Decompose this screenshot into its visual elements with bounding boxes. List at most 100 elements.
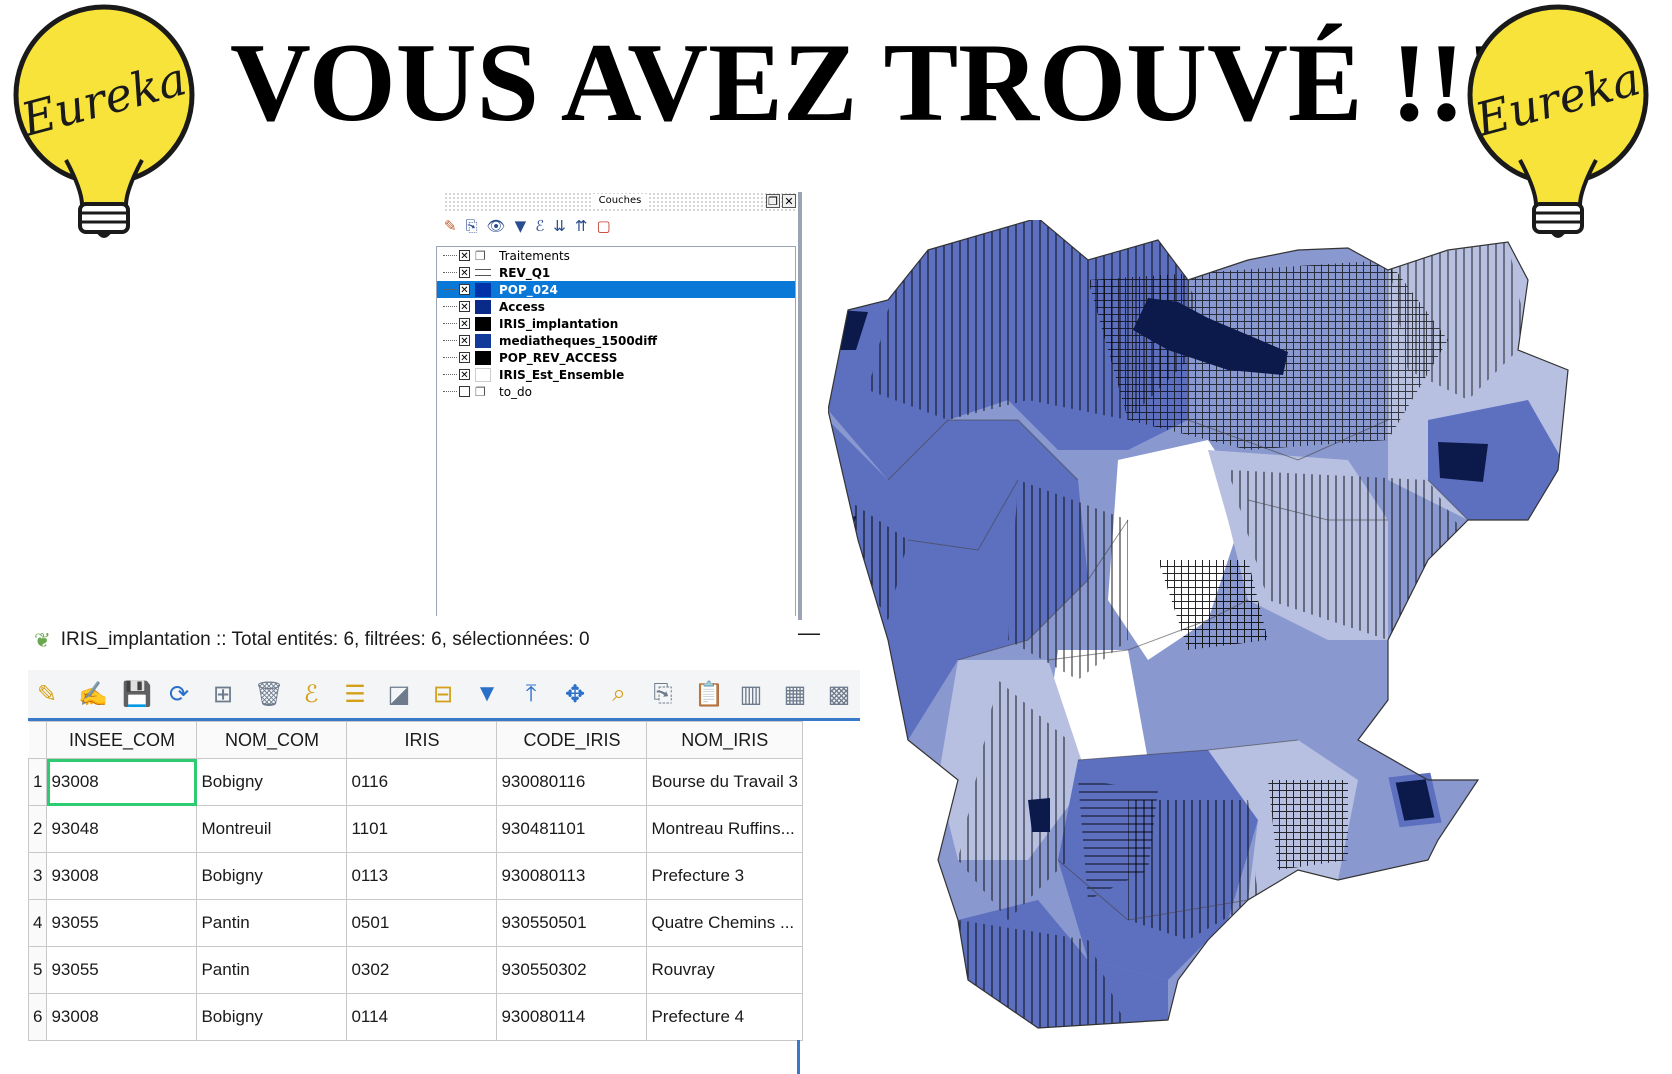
layer-visibility-checkbox[interactable]: ✕ bbox=[459, 301, 470, 313]
table-cell[interactable]: Pantin bbox=[196, 899, 348, 947]
table-cell[interactable]: 93008 bbox=[46, 993, 198, 1041]
delete-field-icon[interactable]: ▥ bbox=[738, 680, 764, 709]
layer-row[interactable]: ✕ REV_Q1 bbox=[437, 264, 795, 281]
layer-visibility-checkbox[interactable]: ✕ bbox=[459, 352, 470, 364]
table-cell[interactable]: 930080113 bbox=[496, 852, 648, 900]
layer-row[interactable]: ✕ POP_REV_ACCESS bbox=[437, 349, 795, 366]
table-cell[interactable]: 930080114 bbox=[496, 993, 648, 1041]
column-header[interactable]: CODE_IRIS bbox=[496, 721, 648, 759]
table-cell[interactable]: Prefecture 3 bbox=[646, 852, 803, 900]
multi-edit-icon[interactable]: ✍ bbox=[78, 680, 108, 709]
zoom-to-selection-icon[interactable]: ⌕ bbox=[606, 680, 632, 708]
column-header[interactable]: INSEE_COM bbox=[46, 721, 198, 759]
select-all-icon[interactable]: ☰ bbox=[342, 680, 368, 709]
filter-icon[interactable]: ▼ bbox=[515, 217, 527, 235]
table-cell[interactable]: 0113 bbox=[346, 852, 498, 900]
selected-iris-east[interactable] bbox=[1438, 442, 1488, 482]
table-row[interactable]: 1 93008 Bobigny 0116 930080116 Bourse du Trav… bbox=[27, 758, 803, 806]
toggle-edit-icon[interactable]: ✎ bbox=[34, 680, 60, 709]
table-cell[interactable]: 93008 bbox=[46, 758, 198, 806]
table-row[interactable]: 3 93008 Bobigny 0113 930080113 Prefecture 3 bbox=[27, 852, 803, 900]
row-number[interactable]: 4 bbox=[27, 899, 48, 947]
table-cell[interactable]: 0116 bbox=[346, 758, 498, 806]
layer-row[interactable]: ✕ ❐ Traitements bbox=[437, 247, 795, 264]
table-cell[interactable]: Rouvray bbox=[646, 946, 803, 994]
style-brush-icon[interactable]: ✎ bbox=[444, 217, 457, 235]
reload-icon[interactable]: ⟳ bbox=[166, 680, 192, 709]
layer-label: mediatheques_1500diff bbox=[499, 333, 658, 348]
layers-titlebar[interactable]: Couches ❐ ✕ bbox=[444, 192, 796, 212]
new-field-icon[interactable]: ▦ bbox=[782, 680, 808, 709]
table-cell[interactable]: Quatre Chemins ... bbox=[646, 899, 803, 947]
table-cell[interactable]: Bobigny bbox=[196, 758, 348, 806]
table-cell[interactable]: Montreau Ruffins... bbox=[646, 805, 803, 853]
table-cell[interactable]: 93048 bbox=[46, 805, 198, 853]
filter-select-icon[interactable]: ▼ bbox=[474, 680, 500, 708]
row-number[interactable]: 6 bbox=[27, 993, 48, 1041]
layer-row[interactable]: ✕ POP_024 bbox=[437, 281, 795, 298]
table-cell[interactable]: 930481101 bbox=[496, 805, 648, 853]
table-row[interactable]: 5 93055 Pantin 0302 930550302 Rouvray bbox=[27, 946, 803, 994]
table-cell[interactable]: 930080116 bbox=[496, 758, 648, 806]
table-cell[interactable]: Bourse du Travail 3 bbox=[646, 758, 803, 806]
column-header[interactable]: NOM_COM bbox=[196, 721, 348, 759]
layer-row[interactable]: ✕ Access bbox=[437, 298, 795, 315]
close-icon[interactable]: ✕ bbox=[782, 194, 796, 208]
table-cell[interactable]: 930550501 bbox=[496, 899, 648, 947]
row-number[interactable]: 1 bbox=[27, 758, 48, 806]
layer-row[interactable]: ❐ to_do bbox=[437, 383, 795, 400]
layer-visibility-checkbox[interactable]: ✕ bbox=[459, 284, 470, 296]
table-cell[interactable]: Pantin bbox=[196, 946, 348, 994]
table-cell[interactable]: 1101 bbox=[346, 805, 498, 853]
expression-icon[interactable]: ℰ bbox=[535, 217, 544, 235]
restore-icon[interactable]: ❐ bbox=[766, 194, 780, 208]
deselect-all-icon[interactable]: ⊟ bbox=[430, 680, 456, 709]
layer-visibility-checkbox[interactable]: ✕ bbox=[459, 267, 470, 279]
table-cell[interactable]: Prefecture 4 bbox=[646, 993, 803, 1041]
table-cell[interactable]: 93008 bbox=[46, 852, 198, 900]
minimize-button[interactable]: — bbox=[798, 620, 820, 646]
table-row[interactable]: 4 93055 Pantin 0501 930550501 Quatre Chemins … bbox=[27, 899, 803, 947]
layer-row[interactable]: ✕ IRIS_Est_Ensemble bbox=[437, 366, 795, 383]
pan-to-selection-icon[interactable]: ✥ bbox=[562, 680, 588, 709]
table-cell[interactable]: Bobigny bbox=[196, 993, 348, 1041]
table-cell[interactable]: 930550302 bbox=[496, 946, 648, 994]
row-number[interactable]: 2 bbox=[27, 805, 48, 853]
layer-row[interactable]: ✕ mediatheques_1500diff bbox=[437, 332, 795, 349]
row-number[interactable]: 5 bbox=[27, 946, 48, 994]
table-cell[interactable]: Bobigny bbox=[196, 852, 348, 900]
collapse-all-icon[interactable]: ⇈ bbox=[575, 217, 588, 235]
column-header[interactable]: IRIS bbox=[346, 721, 498, 759]
table-cell[interactable]: 0114 bbox=[346, 993, 498, 1041]
save-edits-icon[interactable]: 💾 bbox=[122, 680, 152, 709]
selected-iris-montreuil[interactable] bbox=[1388, 772, 1442, 828]
table-cell[interactable]: 93055 bbox=[46, 899, 198, 947]
move-selection-top-icon[interactable]: ⤒ bbox=[518, 680, 544, 708]
row-number[interactable]: 3 bbox=[27, 852, 48, 900]
column-header[interactable]: NOM_IRIS bbox=[646, 721, 803, 759]
table-row[interactable]: 6 93008 Bobigny 0114 930080114 Prefecture 4 bbox=[27, 993, 803, 1041]
remove-layer-icon[interactable]: ▢ bbox=[596, 217, 610, 235]
layer-visibility-checkbox[interactable] bbox=[459, 386, 470, 397]
add-feature-icon[interactable]: ⊞ bbox=[210, 680, 236, 709]
table-cell[interactable]: Montreuil bbox=[196, 805, 348, 853]
layer-row[interactable]: ✕ IRIS_implantation bbox=[437, 315, 795, 332]
copy-rows-icon[interactable]: ⎘ bbox=[650, 680, 676, 708]
table-cell[interactable]: 0501 bbox=[346, 899, 498, 947]
layer-visibility-checkbox[interactable]: ✕ bbox=[459, 250, 470, 262]
add-layer-icon[interactable]: ⎘ bbox=[466, 217, 478, 235]
layers-scrollbar[interactable] bbox=[798, 192, 802, 622]
eye-icon[interactable]: 👁 bbox=[487, 217, 506, 235]
invert-selection-icon[interactable]: ◪ bbox=[386, 680, 412, 709]
table-row[interactable]: 2 93048 Montreuil 1101 930481101 Montreau Ruf… bbox=[27, 805, 803, 853]
delete-feature-icon[interactable]: 🗑 bbox=[254, 680, 284, 709]
table-cell[interactable]: 93055 bbox=[46, 946, 198, 994]
table-cell[interactable]: 0302 bbox=[346, 946, 498, 994]
layer-visibility-checkbox[interactable]: ✕ bbox=[459, 335, 470, 347]
select-by-expression-icon[interactable]: ℰ bbox=[298, 680, 324, 709]
paste-features-icon[interactable]: 📋 bbox=[694, 680, 724, 709]
layer-visibility-checkbox[interactable]: ✕ bbox=[459, 318, 470, 330]
map-canvas[interactable] bbox=[828, 220, 1672, 1030]
layer-visibility-checkbox[interactable]: ✕ bbox=[459, 369, 470, 381]
expand-all-icon[interactable]: ⇊ bbox=[553, 217, 566, 235]
